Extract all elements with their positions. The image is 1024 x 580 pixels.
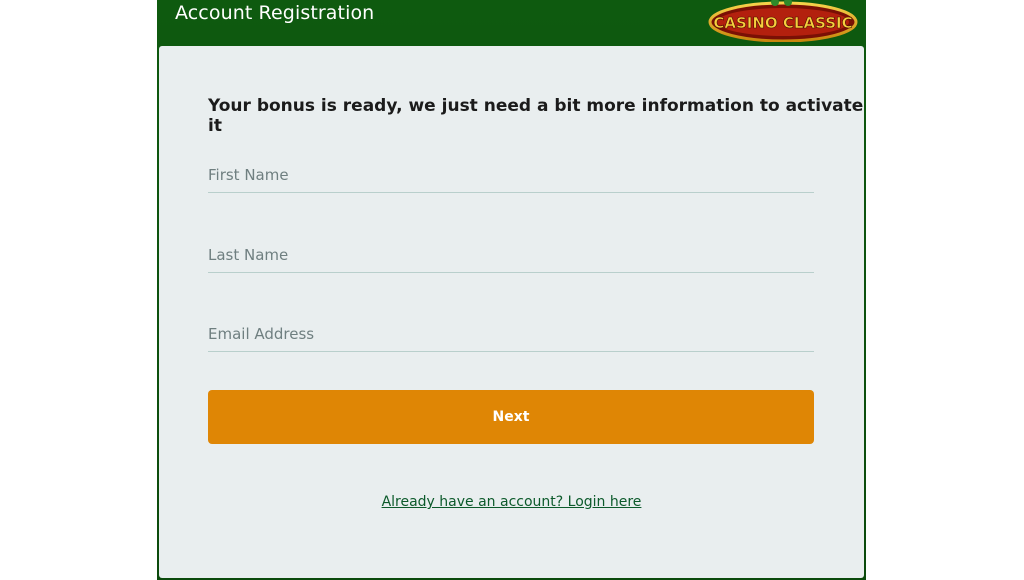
registration-modal: Account Registration CASINO CLASSIC Your… xyxy=(157,0,866,580)
next-button[interactable]: Next xyxy=(208,390,814,444)
first-name-field[interactable] xyxy=(208,158,814,193)
form-panel: Your bonus is ready, we just need a bit … xyxy=(159,46,864,578)
header-title: Account Registration xyxy=(175,2,375,24)
bonus-subtitle: Your bonus is ready, we just need a bit … xyxy=(208,96,864,136)
modal-header: Account Registration CASINO CLASSIC xyxy=(157,0,866,46)
login-link[interactable]: Already have an account? Login here xyxy=(382,494,642,510)
logo-text: CASINO CLASSIC xyxy=(713,14,852,32)
casino-classic-logo: CASINO CLASSIC xyxy=(708,0,858,42)
email-field[interactable] xyxy=(208,317,814,352)
last-name-field[interactable] xyxy=(208,238,814,273)
login-link-container: Already have an account? Login here xyxy=(159,494,864,510)
